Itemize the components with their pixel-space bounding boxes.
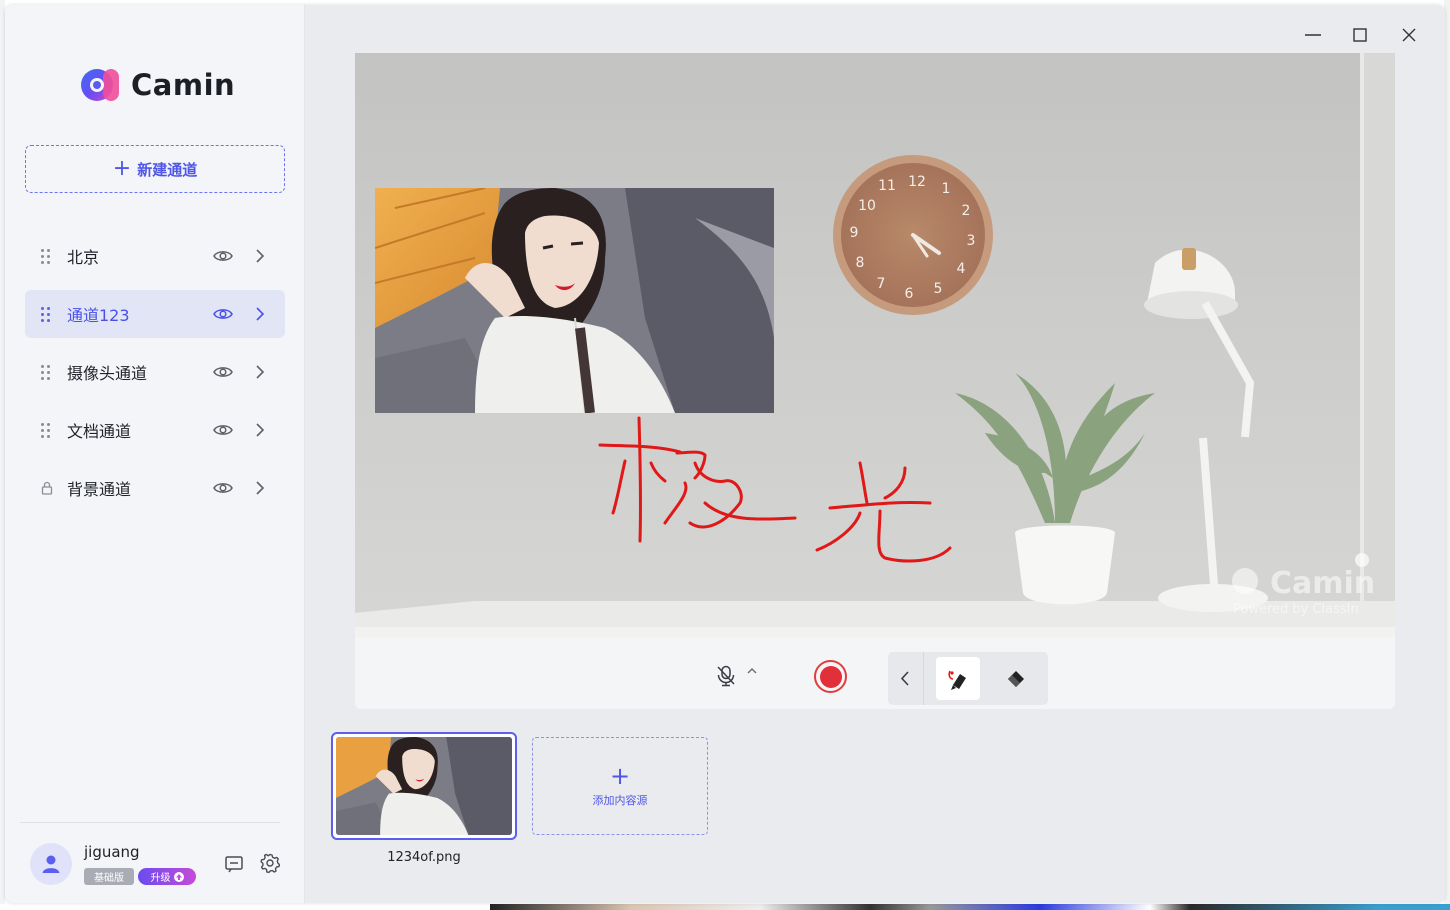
pen-icon — [948, 670, 966, 690]
svg-text:4: 4 — [957, 261, 966, 277]
eye-icon[interactable] — [213, 248, 233, 264]
app-window: Camin + 新建通道 北京 通道123 摄像头通道 文档通道 背景通道 ji… — [5, 5, 1445, 903]
svg-text:10: 10 — [858, 198, 876, 214]
channel-item-background[interactable]: 背景通道 — [25, 464, 285, 512]
svg-text:Powered by ClassIn: Powered by ClassIn — [1233, 602, 1359, 617]
upgrade-label: 升级 — [150, 873, 171, 884]
sidebar-divider — [20, 822, 280, 823]
channel-label: 背景通道 — [67, 480, 132, 499]
eye-icon[interactable] — [213, 306, 233, 322]
chevron-right-icon[interactable] — [254, 479, 266, 497]
svg-text:7: 7 — [877, 276, 886, 292]
svg-text:12: 12 — [908, 174, 926, 190]
channel-item-document[interactable]: 文档通道 — [25, 406, 285, 454]
lock-icon — [41, 481, 53, 495]
microphone-icon[interactable] — [716, 665, 736, 687]
watermark-close-icon[interactable] — [1355, 553, 1369, 567]
svg-text:5: 5 — [934, 281, 943, 297]
chevron-right-icon[interactable] — [254, 247, 266, 265]
channel-label: 北京 — [67, 248, 100, 267]
maximize-icon[interactable] — [1350, 25, 1370, 45]
drag-handle-icon[interactable] — [41, 365, 51, 380]
drag-handle-icon[interactable] — [41, 307, 51, 322]
minimize-icon[interactable] — [1303, 25, 1323, 45]
record-icon — [819, 665, 842, 688]
plus-icon: + — [112, 156, 132, 181]
user-icon — [42, 855, 60, 873]
app-logo: Camin — [81, 67, 235, 103]
app-name: Camin — [131, 68, 236, 102]
eye-icon[interactable] — [213, 480, 233, 496]
svg-text:11: 11 — [878, 178, 896, 194]
channel-item-tongdao123[interactable]: 通道123 — [25, 290, 285, 338]
svg-text:3: 3 — [967, 233, 976, 249]
channel-label: 摄像头通道 — [67, 364, 148, 383]
svg-text:2: 2 — [962, 203, 971, 219]
record-button[interactable] — [814, 660, 847, 693]
svg-text:Camin: Camin — [1270, 566, 1375, 601]
collapse-tools-button[interactable] — [888, 652, 924, 705]
eraser-tool-button[interactable] — [994, 657, 1038, 700]
plus-icon: + — [609, 762, 631, 790]
chevron-right-icon[interactable] — [254, 363, 266, 381]
control-bar — [355, 638, 1395, 709]
camin-logo-icon — [81, 67, 121, 103]
channel-item-beijing[interactable]: 北京 — [25, 232, 285, 280]
arrow-up-icon — [173, 871, 184, 882]
chevron-right-icon[interactable] — [254, 305, 266, 323]
svg-text:6: 6 — [905, 286, 914, 302]
svg-text:1: 1 — [942, 181, 951, 197]
svg-text:9: 9 — [850, 225, 859, 241]
channel-item-camera[interactable]: 摄像头通道 — [25, 348, 285, 396]
background-desktop-strip — [0, 904, 1450, 910]
thumbnail-image — [336, 737, 512, 835]
svg-text:8: 8 — [856, 255, 865, 271]
drag-handle-icon[interactable] — [41, 249, 51, 264]
eye-icon[interactable] — [213, 422, 233, 438]
chevron-right-icon[interactable] — [254, 421, 266, 439]
new-channel-button[interactable]: + 新建通道 — [25, 145, 285, 193]
username: jiguang — [84, 843, 140, 861]
new-channel-label: 新建通道 — [137, 160, 198, 179]
avatar[interactable] — [30, 843, 72, 885]
eraser-icon — [1008, 671, 1024, 687]
add-source-button[interactable]: + 添加内容源 — [532, 737, 708, 835]
source-label: 1234of.png — [387, 850, 461, 865]
close-icon[interactable] — [1399, 25, 1419, 45]
channel-list: 北京 通道123 摄像头通道 文档通道 背景通道 — [25, 232, 285, 522]
plan-badge: 基础版 — [84, 868, 134, 885]
drawing-toolbox — [888, 652, 1048, 705]
eye-icon[interactable] — [213, 364, 233, 380]
live-preview[interactable]: 12 1 2 345 678 9 10 11 Camin Powered by … — [355, 53, 1395, 638]
gear-icon[interactable] — [260, 853, 280, 873]
message-icon[interactable] — [224, 854, 244, 874]
image-source-overlay[interactable] — [375, 188, 774, 413]
pen-tool-button[interactable] — [936, 657, 980, 700]
chevron-up-icon[interactable] — [746, 665, 758, 677]
sidebar: Camin + 新建通道 北京 通道123 摄像头通道 文档通道 背景通道 ji… — [5, 5, 305, 903]
channel-label: 文档通道 — [67, 422, 132, 441]
chevron-left-icon — [900, 671, 909, 686]
drag-handle-icon[interactable] — [41, 423, 51, 438]
upgrade-button[interactable]: 升级 — [138, 868, 196, 885]
add-source-label: 添加内容源 — [592, 794, 648, 807]
source-thumbnail[interactable] — [331, 732, 517, 840]
channel-label: 通道123 — [67, 306, 130, 325]
